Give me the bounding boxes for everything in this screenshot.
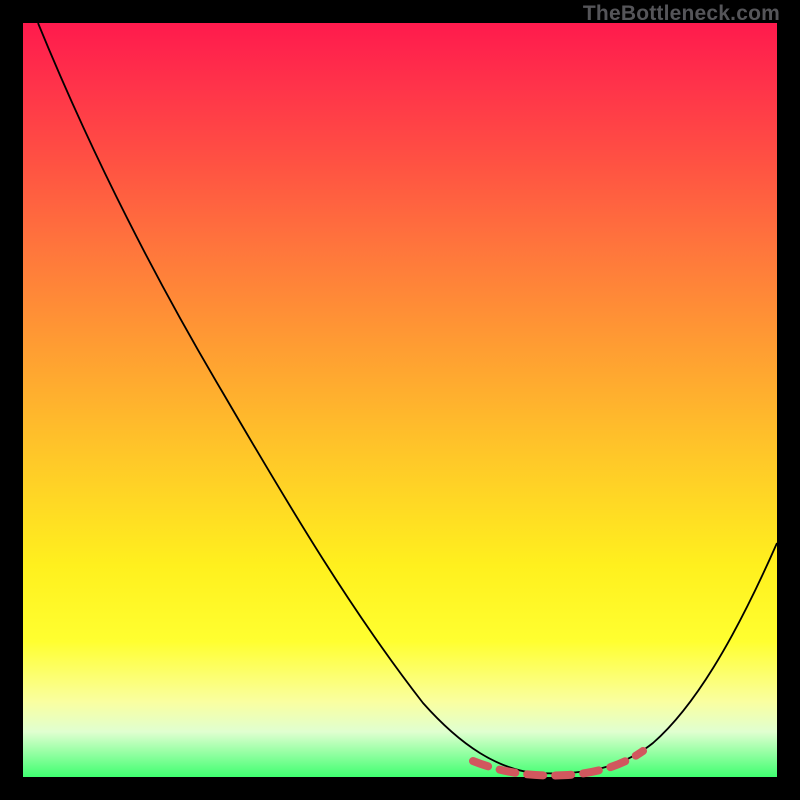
bottleneck-curve-svg (23, 23, 777, 777)
watermark-text: TheBottleneck.com (583, 2, 780, 26)
chart-plot-area (23, 23, 777, 777)
bottleneck-curve (38, 23, 777, 773)
